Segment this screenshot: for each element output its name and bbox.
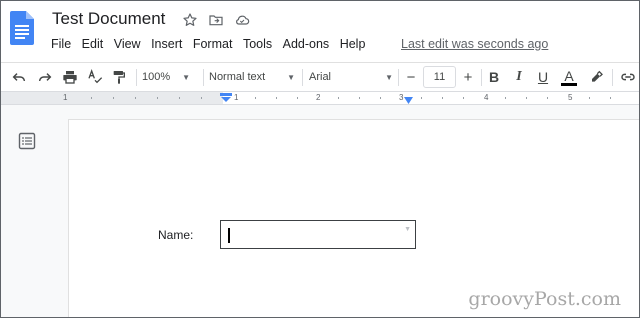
menu-file[interactable]: File [51,37,71,51]
ruler-number: 2 [316,93,321,102]
document-title[interactable]: Test Document [52,9,165,29]
cloud-status-icon[interactable] [233,11,251,29]
bold-button[interactable]: B [485,66,503,88]
ruler-tick [297,97,298,99]
toolbar-divider [612,69,613,86]
menu-help[interactable]: Help [340,37,366,51]
ruler-number: 3 [399,93,404,102]
ruler-tick [91,97,92,99]
ruler-tick [526,97,527,99]
ruler-tick [421,97,422,99]
document-outline-icon[interactable] [18,132,36,150]
text-color-swatch [561,82,577,86]
paint-format-icon[interactable] [109,66,129,88]
ruler-number: 1 [63,93,68,102]
ruler-tick [505,97,506,99]
font-size-input[interactable]: 11 [423,66,456,88]
name-label: Name: [158,228,194,242]
title-bar: Test Document File Edit View Insert Form… [1,1,639,62]
font-family-value: Arial [309,71,332,83]
ruler-content-area [223,92,639,104]
paragraph-style-select[interactable]: Normal text ▼ [209,66,295,88]
paragraph-style-value: Normal text [209,71,266,83]
name-text-box[interactable]: ▼ [220,220,416,249]
ruler-tick [276,97,277,99]
menu-insert[interactable]: Insert [151,37,182,51]
ruler-tick [201,97,202,99]
decrease-font-size-button[interactable]: − [401,66,421,88]
ruler-number: 1 [234,93,239,102]
menu-view[interactable]: View [114,37,141,51]
menu-tools[interactable]: Tools [243,37,272,51]
redo-icon[interactable] [35,66,55,88]
chevron-down-icon: ▼ [385,72,393,82]
underline-button[interactable]: U [534,66,552,88]
toolbar-divider [481,69,482,86]
title-actions [181,11,251,29]
zoom-value: 100% [142,71,171,83]
ruler: 1 1 2 3 4 5 [1,91,639,105]
ruler-tick [380,97,381,99]
ruler-tick [463,97,464,99]
last-edit-link[interactable]: Last edit was seconds ago [401,37,548,51]
ruler-left-margin [1,92,223,104]
spellcheck-icon[interactable] [85,66,105,88]
ruler-number: 5 [568,93,573,102]
ruler-tick [589,97,590,99]
watermark: groovyPost.com [468,288,621,310]
ruler-number: 4 [484,93,489,102]
google-docs-window: Test Document File Edit View Insert Form… [0,0,640,318]
zoom-select[interactable]: 100% ▼ [142,66,198,88]
ruler-tick [135,97,136,99]
ruler-tick [255,97,256,99]
ruler-tick [442,97,443,99]
document-canvas [1,105,639,317]
google-docs-logo-icon[interactable] [10,11,34,45]
insert-link-icon[interactable] [618,66,638,88]
menu-edit[interactable]: Edit [82,37,104,51]
text-cursor [228,228,230,243]
italic-button[interactable]: I [510,66,528,88]
text-color-letter: A [564,67,574,84]
toolbar-divider [398,69,399,86]
text-color-button[interactable]: A [559,66,579,88]
chevron-down-icon: ▼ [182,72,191,82]
first-line-indent-marker-icon[interactable] [220,93,232,103]
star-icon[interactable] [181,11,199,29]
ruler-tick [359,97,360,99]
print-icon[interactable] [60,66,80,88]
chevron-down-icon: ▼ [287,72,295,82]
ruler-tick [610,97,611,99]
menu-add-ons[interactable]: Add-ons [283,37,330,51]
toolbar-divider [302,69,303,86]
ruler-tick [113,97,114,99]
increase-font-size-button[interactable]: + [458,66,478,88]
chevron-down-icon[interactable]: ▼ [404,226,411,233]
toolbar: 100% ▼ Normal text ▼ Arial ▼ − 11 + B I … [1,62,639,91]
toolbar-divider [136,69,137,86]
highlight-pen-icon[interactable] [586,66,606,88]
menu-format[interactable]: Format [193,37,233,51]
menu-bar: File Edit View Insert Format Tools Add-o… [51,37,376,51]
move-to-folder-icon[interactable] [207,11,225,29]
ruler-tick [547,97,548,99]
tab-stop-marker-icon[interactable] [404,97,413,104]
ruler-tick [179,97,180,99]
ruler-tick [157,97,158,99]
undo-icon[interactable] [9,66,29,88]
toolbar-divider [203,69,204,86]
ruler-tick [338,97,339,99]
font-family-select[interactable]: Arial ▼ [309,66,393,88]
